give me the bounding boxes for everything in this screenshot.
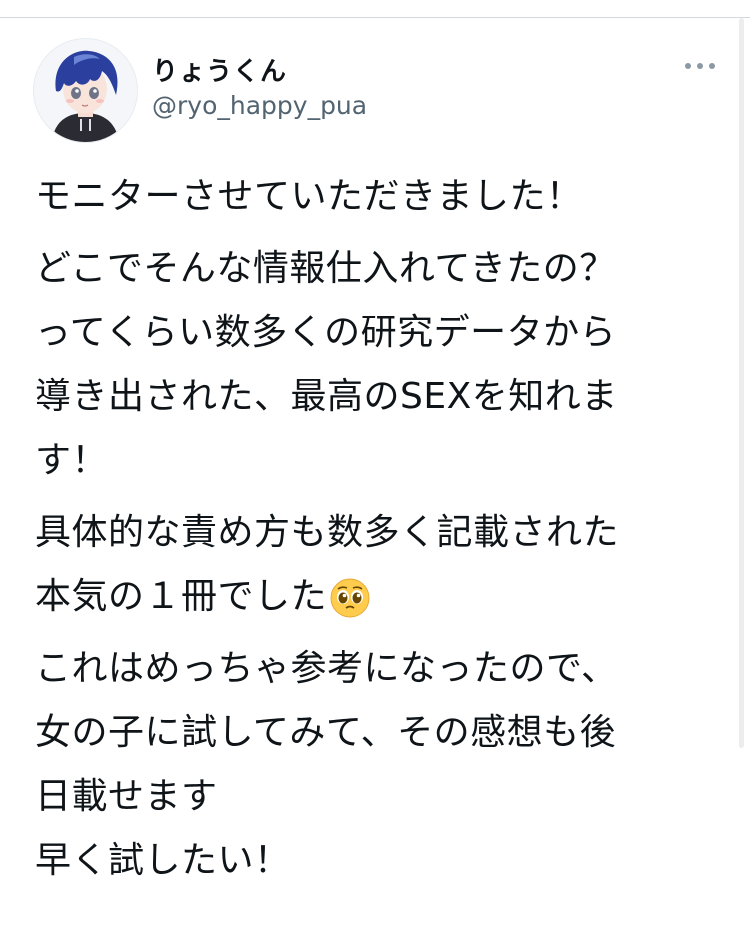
text-line: モニターさせていただきました！: [35, 176, 583, 217]
text-line: どこでそんな情報仕入れてきたの？: [35, 248, 616, 289]
author-avatar[interactable]: [33, 38, 138, 143]
paragraph: 具体的な責め方も数多く記載された 本気の１冊でした: [35, 501, 725, 629]
more-options-button[interactable]: [683, 56, 717, 76]
pleading-face-emoji-icon: [330, 578, 370, 618]
top-divider: [0, 17, 750, 18]
scrollbar[interactable]: [739, 18, 744, 748]
text-line: 早く試したい！: [35, 840, 291, 881]
author-handle[interactable]: @ryo_happy_pua: [152, 91, 367, 120]
text-line: 日載せます: [35, 776, 218, 817]
text-line: これはめっちゃ参考になったので、: [35, 648, 618, 689]
text-line: 本気の１冊でした: [35, 576, 328, 617]
paragraph: どこでそんな情報仕入れてきたの？ ってくらい数多くの研究データから 導き出された…: [35, 237, 725, 493]
tweet-body: モニターさせていただきました！ どこでそんな情報仕入れてきたの？ ってくらい数多…: [35, 165, 725, 901]
more-horizontal-icon: [685, 63, 715, 69]
author-display-name[interactable]: りょうくん: [152, 51, 287, 88]
text-line: 導き出された、最高のSEXを知れま: [35, 376, 618, 417]
paragraph: これはめっちゃ参考になったので、 女の子に試してみて、その感想も後 日載せます …: [35, 637, 725, 893]
text-line: 女の子に試してみて、その感想も後: [35, 712, 617, 753]
text-line: す！: [35, 440, 109, 481]
text-line-with-emoji: 本気の１冊でした: [35, 565, 725, 629]
text-line: ってくらい数多くの研究データから: [35, 312, 617, 353]
text-line: 具体的な責め方も数多く記載された: [35, 512, 620, 553]
anime-boy-avatar-icon: [34, 39, 137, 142]
paragraph: モニターさせていただきました！: [35, 165, 725, 229]
